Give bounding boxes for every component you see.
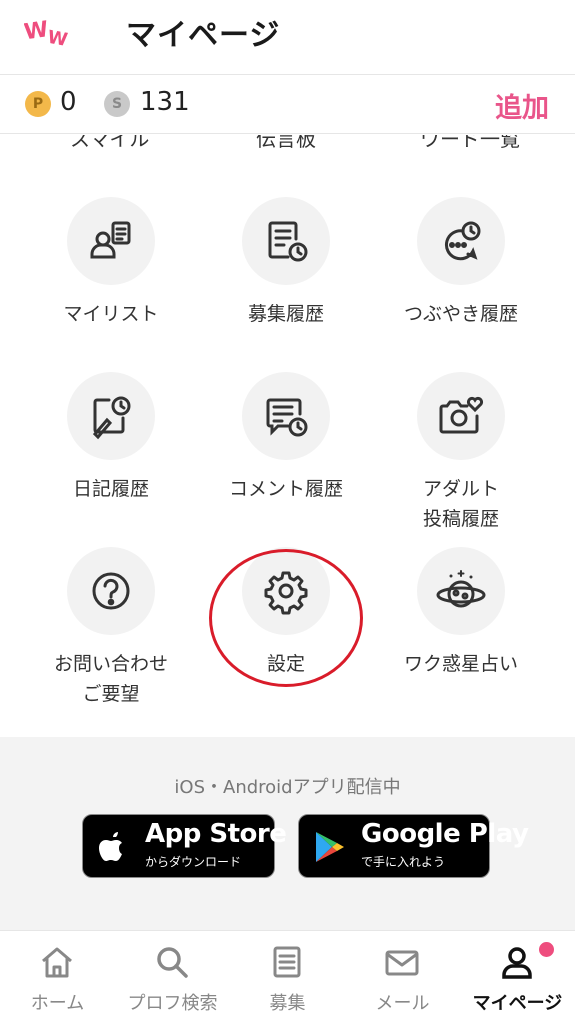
list-icon	[273, 946, 301, 978]
tile-label: マイリスト	[63, 303, 159, 325]
tile-label: ワク惑星占い	[403, 653, 518, 675]
google-play-button[interactable]: Google Play で手に入れよう	[298, 814, 529, 878]
tab-mypage[interactable]: マイページ	[460, 931, 575, 1025]
tile-label: コメント履歴	[228, 478, 343, 500]
google-play-main-label: Google Play	[361, 819, 529, 849]
notification-dot	[539, 942, 554, 957]
camera-heart-icon	[439, 396, 484, 434]
app-header: W W マイページ	[0, 0, 575, 75]
bottom-tab-bar: ホーム プロフ検索 募集 メール マイページ	[0, 930, 575, 1024]
tile-label: 日記履歴	[72, 478, 149, 500]
search-icon	[157, 947, 188, 978]
s-point-value: 131	[140, 87, 190, 117]
tab-label: メール	[375, 993, 430, 1014]
tab-label: マイページ	[472, 993, 563, 1014]
google-play-icon	[316, 832, 344, 862]
tab-home[interactable]: ホーム	[0, 931, 115, 1025]
cut-off-label: スマイル	[70, 135, 150, 151]
points-bar: P 0 S 131 追加	[0, 76, 575, 134]
app-download-section: iOS・Androidアプリ配信中 App Store からダウンロード Goo…	[0, 737, 575, 930]
app-caption: iOS・Androidアプリ配信中	[174, 777, 401, 798]
mail-icon	[385, 950, 419, 976]
google-play-sub-label: で手に入れよう	[361, 855, 446, 869]
menu-tile-adult-post-history[interactable]: アダルト 投稿履歴	[376, 372, 546, 534]
apple-icon	[99, 832, 122, 861]
diary-clock-icon	[92, 396, 131, 440]
menu-tile-recruit-history[interactable]: 募集履歴	[201, 197, 371, 329]
p-point-icon: P	[25, 91, 51, 117]
chat-clock-icon	[444, 221, 481, 261]
app-logo[interactable]: W W	[24, 16, 74, 46]
document-clock-icon	[268, 221, 308, 262]
menu-tile-mylist[interactable]: マイリスト	[26, 197, 196, 329]
tab-recruit[interactable]: 募集	[230, 931, 345, 1025]
tile-label: お問い合わせ ご要望	[53, 653, 168, 705]
add-points-link[interactable]: 追加	[495, 86, 549, 125]
question-icon	[92, 572, 130, 610]
app-store-button[interactable]: App Store からダウンロード	[82, 814, 287, 878]
cut-off-label: 伝言板	[256, 135, 316, 151]
tile-label: 募集履歴	[247, 303, 324, 325]
s-point-icon: S	[104, 91, 130, 117]
tab-mail[interactable]: メール	[345, 931, 460, 1025]
svg-text:W: W	[46, 27, 69, 46]
menu-tile-tweet-history[interactable]: つぶやき履歴	[376, 197, 546, 329]
person-icon	[502, 947, 532, 979]
page-title: マイページ	[126, 18, 281, 53]
tile-label: つぶやき履歴	[403, 303, 518, 325]
tab-label: 募集	[269, 993, 306, 1014]
home-icon	[42, 947, 72, 978]
menu-tile-planet-fortune[interactable]: ワク惑星占い	[376, 547, 546, 679]
tab-label: プロフ検索	[127, 993, 218, 1014]
planet-icon	[436, 570, 486, 608]
tab-label: ホーム	[30, 993, 85, 1014]
menu-tile-contact[interactable]: お問い合わせ ご要望	[26, 547, 196, 709]
p-point-value: 0	[60, 87, 77, 117]
tab-profile-search[interactable]: プロフ検索	[115, 931, 230, 1025]
menu-tile-diary-history[interactable]: 日記履歴	[26, 372, 196, 504]
tile-label: アダルト 投稿履歴	[422, 478, 499, 530]
person-list-icon	[90, 221, 131, 259]
comment-clock-icon	[266, 398, 308, 437]
highlight-circle	[209, 549, 363, 687]
cut-off-label: ワード一覧	[420, 135, 520, 151]
app-store-main-label: App Store	[145, 819, 287, 849]
menu-tile-comment-history[interactable]: コメント履歴	[201, 372, 371, 504]
app-store-sub-label: からダウンロード	[145, 855, 242, 869]
